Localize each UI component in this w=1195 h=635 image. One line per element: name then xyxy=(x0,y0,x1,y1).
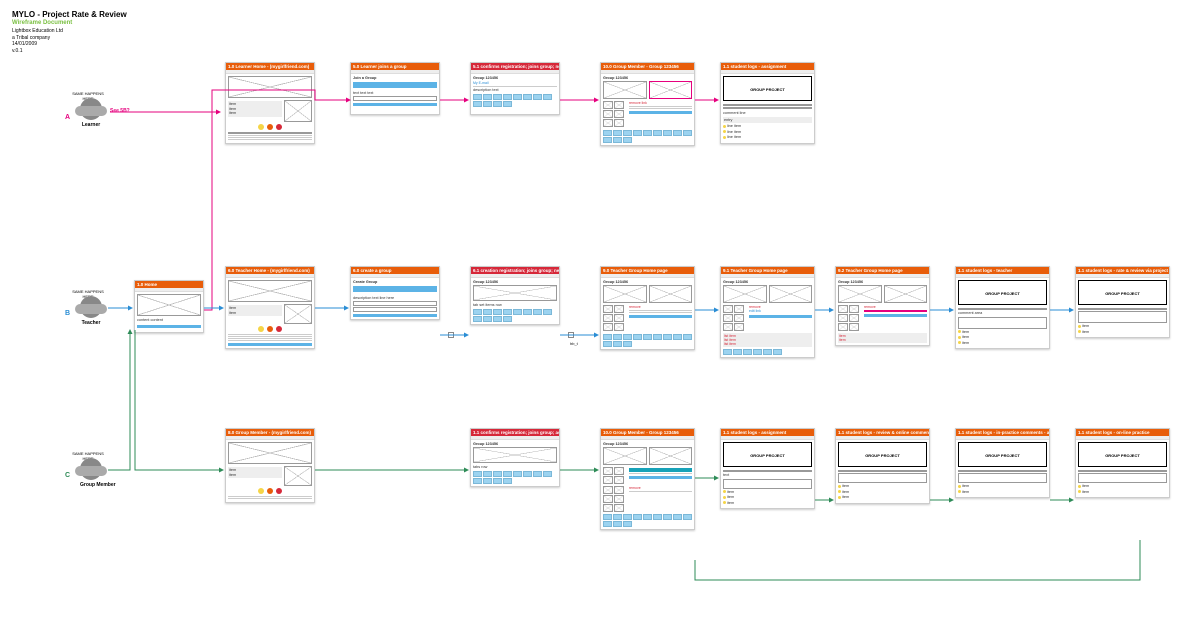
frame-a1[interactable]: 1.0 Learner Home - (mygirlfriend.com) it… xyxy=(225,62,315,144)
frame-b7[interactable]: 1.1 student logs - teacher GROUP PROJECT… xyxy=(955,266,1050,349)
group-name-input[interactable] xyxy=(353,301,437,306)
frame-c3[interactable]: 1.1 confirms registration; joins group; … xyxy=(470,428,560,487)
frame-b5[interactable]: 9.1 Teacher Group Home page Group 123456… xyxy=(720,266,815,358)
frame-b3[interactable]: 6.1 creation registration; joins group; … xyxy=(470,266,560,325)
hb-t-label: hb_t xyxy=(570,341,578,346)
frame-c4[interactable]: 10.0 Group Member - Group 123456 Group 1… xyxy=(600,428,695,530)
row-label-c: C xyxy=(65,472,70,479)
see-note: See 5B? xyxy=(110,108,130,114)
teacher-icon xyxy=(80,296,102,318)
frame-b2[interactable]: 6.0 create a group Create Group descript… xyxy=(350,266,440,320)
frame-a5[interactable]: 1.1 student logs - assignment GROUP PROJ… xyxy=(720,62,815,144)
frame-c6[interactable]: 1.1 student logs - review & online comme… xyxy=(835,428,930,504)
persona-teacher: SAME HAPPENS HERE Teacher xyxy=(80,296,102,326)
doc-subtitle: Wireframe Document xyxy=(12,20,127,26)
document-header: MYLO - Project Rate & Review Wireframe D… xyxy=(12,10,127,54)
frame-b4[interactable]: 9.0 Teacher Group Home page Group 123456… xyxy=(600,266,695,350)
join-button[interactable] xyxy=(353,103,437,106)
doc-title: MYLO - Project Rate & Review xyxy=(12,10,127,19)
doc-meta: Lightbox Education Ltd a Tribal company … xyxy=(12,28,127,54)
create-button[interactable] xyxy=(353,314,437,317)
frame-c8[interactable]: 1.1 student logs - on-line practice GROU… xyxy=(1075,428,1170,498)
learner-icon xyxy=(80,98,102,120)
diagram-canvas: MYLO - Project Rate & Review Wireframe D… xyxy=(0,0,1195,635)
join-code-input[interactable] xyxy=(353,96,437,101)
row-label-a: A xyxy=(65,114,70,121)
connector-node xyxy=(448,332,454,338)
version: v.0.1 xyxy=(12,48,127,55)
frame-b8[interactable]: 1.1 student logs - rate & review via pro… xyxy=(1075,266,1170,338)
row-label-b: B xyxy=(65,310,70,317)
frame-a3[interactable]: 5.1 confirms registration; joins group; … xyxy=(470,62,560,115)
frame-c7[interactable]: 1.1 student logs - in-practice comments … xyxy=(955,428,1050,498)
frame-c5[interactable]: 1.1 student logs - assignment GROUP PROJ… xyxy=(720,428,815,509)
connector-node xyxy=(568,332,574,338)
frame-b6[interactable]: 9.2 Teacher Group Home page Group 123456… xyxy=(835,266,930,346)
group-member-icon xyxy=(80,458,102,480)
frame-b1[interactable]: 6.0 Teacher Home - (mygirlfriend.com) it… xyxy=(225,266,315,349)
frame-c1[interactable]: 8.0 Group Member - (mygirlfriend.com) it… xyxy=(225,428,315,503)
persona-learner: SAME HAPPENS HERE Learner xyxy=(80,98,102,128)
hero-image-placeholder xyxy=(137,294,201,316)
frame-a4[interactable]: 10.0 Group Member - Group 123456 Group 1… xyxy=(600,62,695,146)
persona-group-member: SAME HAPPENS HERE Group Member xyxy=(80,458,116,488)
frame-a2[interactable]: 5.0 Learner joins a group Join a Group t… xyxy=(350,62,440,115)
frame-home[interactable]: 1.0 Home content content xyxy=(134,280,204,333)
